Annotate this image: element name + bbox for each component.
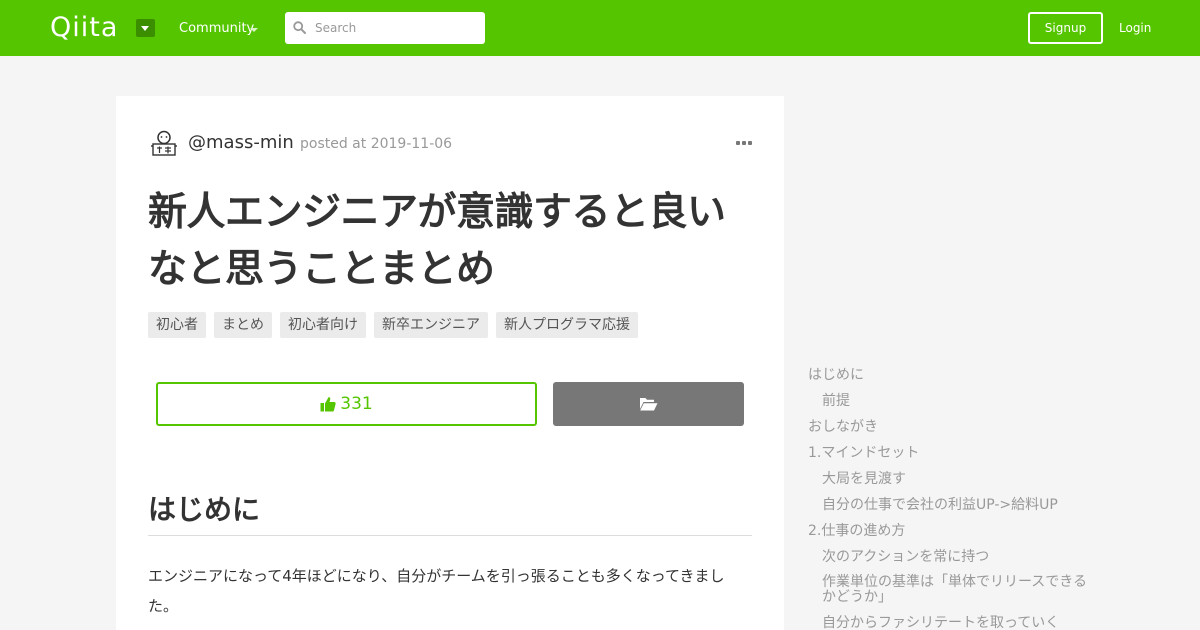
author-name[interactable]: @mass-min [188, 131, 294, 155]
stock-button[interactable] [553, 382, 744, 426]
toc-item[interactable]: おしながき [808, 414, 1108, 440]
like-count: 331 [340, 394, 373, 414]
signup-button[interactable]: Signup [1028, 12, 1103, 44]
posted-date: posted at 2019-11-06 [300, 136, 453, 152]
article-card [116, 96, 784, 630]
tag[interactable]: 新人プログラマ応援 [496, 312, 638, 338]
logo-dropdown-icon[interactable] [136, 19, 155, 37]
qiita-logo[interactable]: Qiita [50, 14, 118, 42]
community-menu[interactable]: Community [179, 20, 254, 38]
toc-item[interactable]: 自分の仕事で会社の利益UP->給料UP [808, 492, 1108, 518]
toc-item[interactable]: 自分からファシリテートを取っていく [808, 610, 1108, 630]
tag[interactable]: まとめ [214, 312, 272, 338]
author-avatar[interactable] [150, 129, 178, 157]
tag-list: 初心者 まとめ 初心者向け 新卒エンジニア 新人プログラマ応援 [148, 312, 646, 338]
article-paragraph: エンジニアになって4年ほどになり、自分がチームを引っ張ることも多くなってきました… [148, 567, 725, 615]
toc-item[interactable]: はじめに [808, 362, 1108, 388]
toc-item[interactable]: 2.仕事の進め方 [808, 518, 1108, 544]
search-icon [293, 21, 306, 34]
toc-item[interactable]: 作業単位の基準は「単体でリリースできるかどうか」 [808, 570, 1098, 610]
more-options-icon[interactable] [736, 140, 752, 146]
section-heading: はじめに [148, 493, 261, 526]
heading-divider [148, 535, 752, 536]
chevron-down-icon [250, 28, 258, 32]
search-input[interactable] [315, 14, 480, 42]
like-button[interactable]: 331 [156, 382, 537, 426]
toc-item[interactable]: 1.マインドセット [808, 440, 1108, 466]
article-title: 新人エンジニアが意識すると良いなと思うことまとめ [148, 190, 726, 292]
toc-item[interactable]: 次のアクションを常に持つ [808, 544, 1108, 570]
toc-item[interactable]: 前提 [808, 388, 1108, 414]
tag[interactable]: 初心者向け [280, 312, 366, 338]
tag[interactable]: 新卒エンジニア [374, 312, 488, 338]
thumbs-up-icon [320, 397, 336, 412]
login-link[interactable]: Login [1119, 19, 1151, 37]
folder-open-icon [640, 398, 658, 411]
tag[interactable]: 初心者 [148, 312, 206, 338]
toc-item[interactable]: 大局を見渡す [808, 466, 1108, 492]
table-of-contents: はじめに 前提 おしながき 1.マインドセット 大局を見渡す 自分の仕事で会社の… [808, 362, 1108, 630]
